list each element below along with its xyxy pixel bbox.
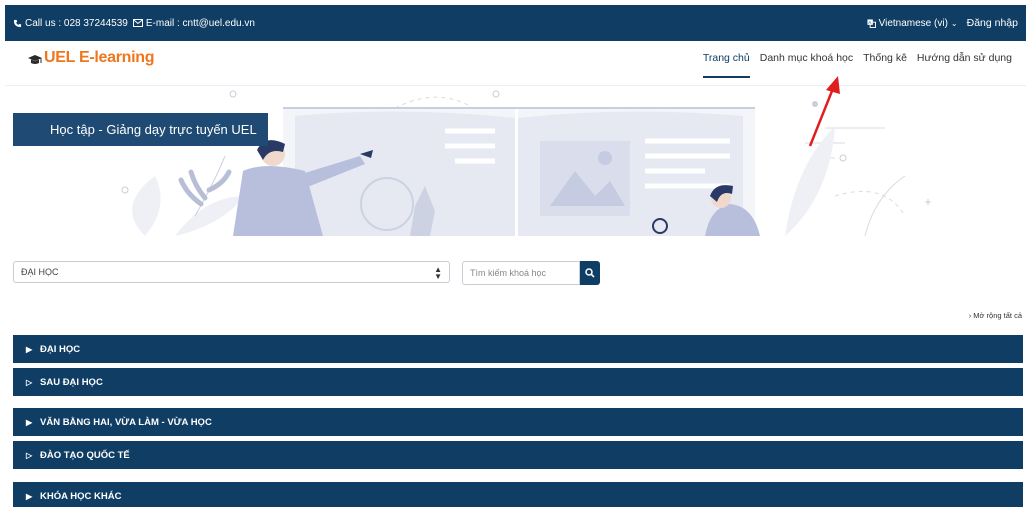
email-contact: E-mail : cntt@uel.edu.vn <box>132 17 255 29</box>
main-nav: Trang chủ Danh mục khoá học Thống kê Hướ… <box>702 52 1012 78</box>
language-label: Vietnamese (vi) <box>878 17 948 29</box>
login-link[interactable]: Đăng nhập <box>967 17 1018 29</box>
hero-illustration <box>121 90 931 236</box>
nav-home[interactable]: Trang chủ <box>702 52 750 78</box>
category-bar-sau-dai-hoc[interactable]: ▷ SAU ĐẠI HỌC <box>13 368 1023 396</box>
category-bar-dao-tao-quoc-te[interactable]: ▷ ĐÀO TẠO QUỐC TẾ <box>13 441 1023 469</box>
category-label: ĐẠI HỌC <box>40 343 81 355</box>
category-label: KHÓA HỌC KHÁC <box>40 490 122 502</box>
nav-user-guide[interactable]: Hướng dẫn sử dụng <box>917 52 1012 78</box>
expand-all-link[interactable]: › Mở rộng tất cả <box>969 311 1022 320</box>
envelope-icon <box>132 19 143 27</box>
category-bar-khoa-hoc-khac[interactable]: ▶ KHÓA HỌC KHÁC <box>13 482 1023 507</box>
search-icon <box>585 268 595 278</box>
language-icon: A <box>867 18 876 28</box>
expand-all-label: Mở rộng tất cả <box>973 311 1022 320</box>
search-button[interactable] <box>580 261 600 285</box>
email-text: E-mail : cntt@uel.edu.vn <box>145 17 255 29</box>
category-label: ĐÀO TẠO QUỐC TẾ <box>40 449 130 461</box>
select-caret-icon: ▲ ▼ <box>434 265 442 281</box>
logo-text: UEL E-learning <box>44 49 155 66</box>
chevron-right-icon: › <box>968 311 972 320</box>
caret-right-outline-icon: ▷ <box>26 377 33 387</box>
phone-icon <box>13 19 22 27</box>
annotation-arrow <box>808 76 840 147</box>
category-label: VĂN BẰNG HAI, VỪA LÀM - VỪA HỌC <box>40 416 212 428</box>
category-label: SAU ĐẠI HỌC <box>40 376 103 388</box>
main-navbar: UEL E-learning Trang chủ Danh mục khoá h… <box>5 41 1026 86</box>
course-search-input[interactable]: Tìm kiếm khoá học <box>462 261 580 285</box>
site-logo[interactable]: UEL E-learning <box>27 49 155 67</box>
language-selector[interactable]: A Vietnamese (vi) ⌄ <box>867 18 958 29</box>
contact-info: Call us : 028 37244539 E-mail : cntt@uel… <box>13 18 255 29</box>
category-select[interactable]: ĐẠI HỌC ▲ ▼ <box>13 261 450 283</box>
category-select-value: ĐẠI HỌC <box>21 267 59 277</box>
category-bar-van-bang-hai[interactable]: ▶ VĂN BẰNG HAI, VỪA LÀM - VỪA HỌC <box>13 408 1023 436</box>
hero-banner: Học tập - Giảng dạy trực tuyến UEL <box>5 86 1026 236</box>
nav-statistics[interactable]: Thống kê <box>863 52 907 78</box>
phone-text: Call us : 028 37244539 <box>25 17 128 29</box>
chevron-down-icon: ⌄ <box>950 18 958 28</box>
caret-right-icon: ▶ <box>26 417 33 427</box>
caret-right-icon: ▶ <box>26 491 33 501</box>
caret-right-outline-icon: ▷ <box>26 450 33 460</box>
hero-title: Học tập - Giảng dạy trực tuyến UEL <box>13 113 268 146</box>
top-bar: Call us : 028 37244539 E-mail : cntt@uel… <box>5 5 1026 41</box>
graduation-cap-icon <box>28 55 42 64</box>
svg-text:A: A <box>868 19 871 24</box>
phone-contact: Call us : 028 37244539 <box>13 18 128 29</box>
caret-right-icon: ▶ <box>26 344 33 354</box>
category-bar-dai-hoc[interactable]: ▶ ĐẠI HỌC <box>13 335 1023 363</box>
